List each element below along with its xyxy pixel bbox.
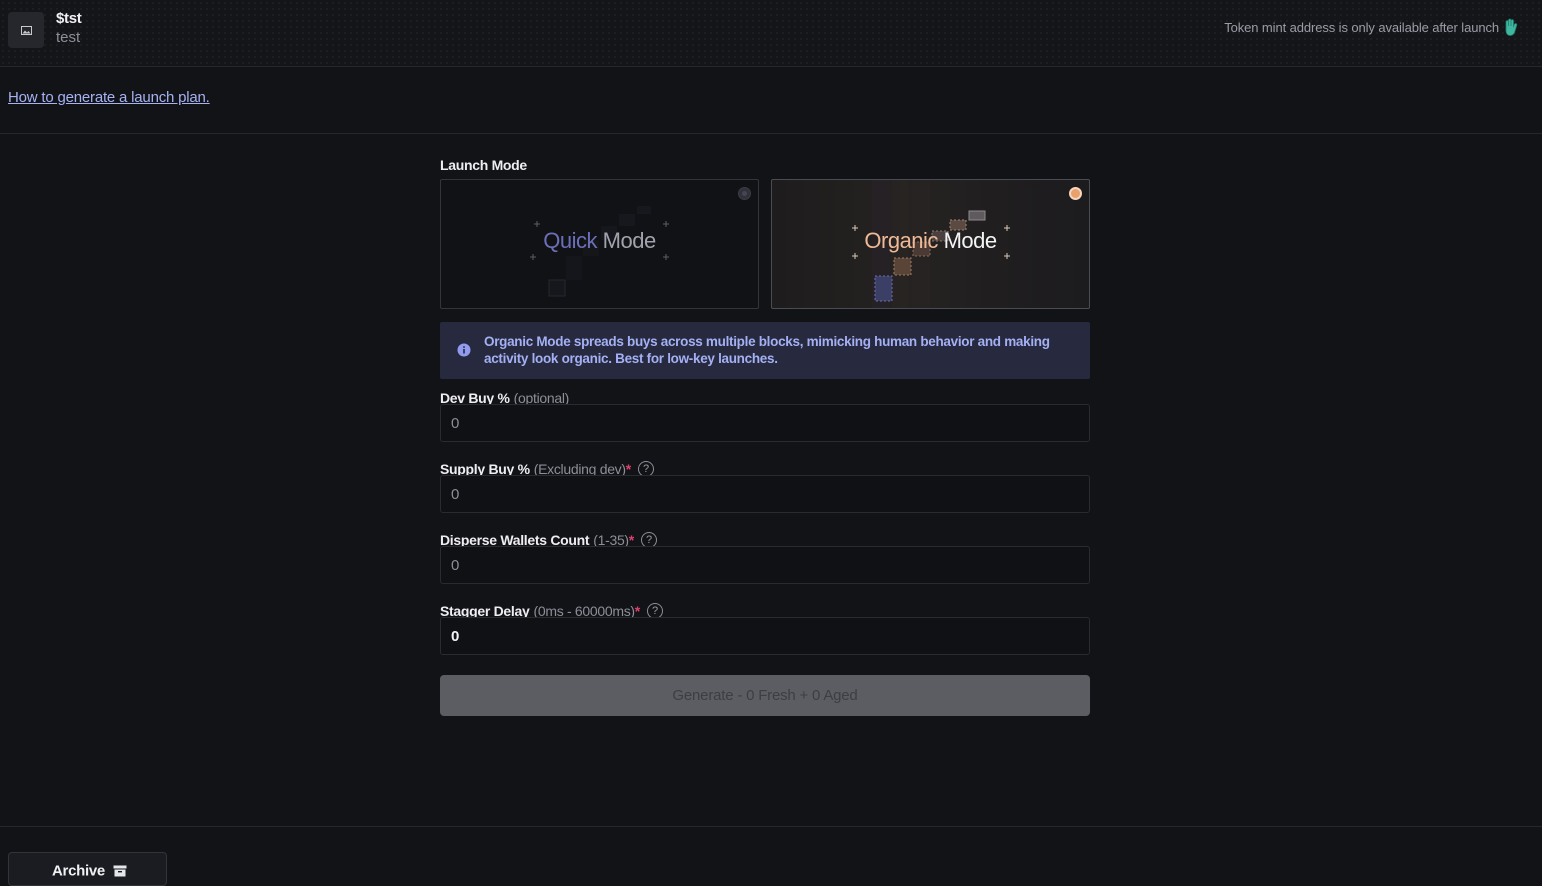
dev-buy-input[interactable] [440,404,1090,442]
token-symbol: $tst [56,10,82,27]
quick-mode-title: Quick Mode [441,228,758,254]
quick-mode-card[interactable]: Quick Mode [440,179,759,309]
archive-box-icon [113,865,127,877]
top-bar: $tst test Token mint address is only ava… [0,0,1542,67]
launch-mode-selector: Quick Mode Organic Mode [440,179,1090,309]
organic-mode-suffix: Mode [943,228,998,253]
howto-bar: How to generate a launch plan. [0,68,1542,134]
archive-button[interactable]: Archive [8,852,167,886]
stagger-delay-input[interactable] [440,617,1090,655]
launch-plan-form: Launch Mode Quick Mode Organic Mode Orga… [440,156,1090,716]
mint-address-note: Token mint address is only available aft… [1224,20,1499,35]
quick-mode-word: Quick [543,228,598,253]
mode-info-box: Organic Mode spreads buys across multipl… [440,322,1090,379]
archive-button-label: Archive [52,862,105,880]
supply-buy-input[interactable] [440,475,1090,513]
token-image-placeholder-icon[interactable] [8,12,44,48]
howto-link[interactable]: How to generate a launch plan. [8,89,210,106]
info-icon [457,343,471,357]
organic-mode-word: Organic [864,228,938,253]
mode-info-text: Organic Mode spreads buys across multipl… [484,334,1050,366]
organic-mode-title: Organic Mode [772,228,1089,254]
launch-mode-label: Launch Mode [440,157,527,173]
hand-wave-icon [1505,18,1518,36]
quick-mode-radio[interactable] [738,187,751,200]
quick-mode-suffix: Mode [602,228,657,253]
generate-button[interactable]: Generate - 0 Fresh + 0 Aged [440,675,1090,716]
organic-mode-card[interactable]: Organic Mode [771,179,1090,309]
disperse-wallets-input[interactable] [440,546,1090,584]
broken-image-icon [20,25,32,35]
bottom-divider [0,826,1542,827]
organic-mode-radio[interactable] [1069,187,1082,200]
token-name: test [56,29,81,46]
